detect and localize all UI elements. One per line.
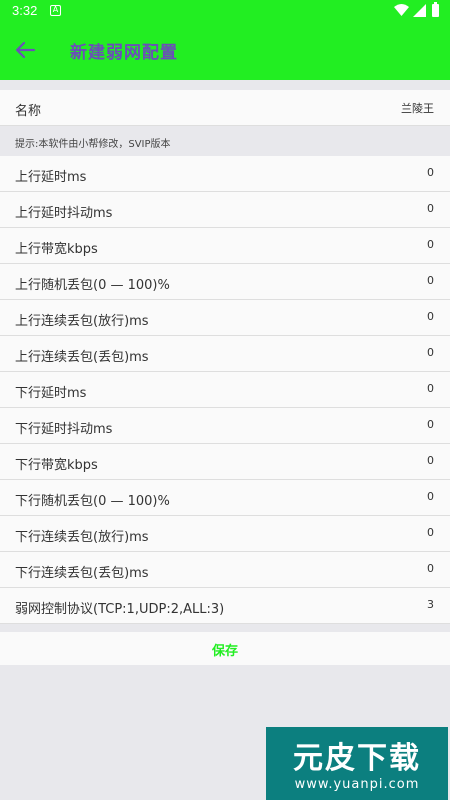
watermark-title: 元皮下载: [293, 741, 421, 776]
hint-text: 提示:本软件由小帮修改，SVIP版本: [15, 139, 171, 150]
battery-icon: [432, 2, 439, 17]
setting-label: 下行随机丢包(0 — 100)%: [15, 494, 170, 509]
setting-label: 上行延时ms: [15, 170, 87, 185]
setting-value[interactable]: 0: [427, 526, 434, 539]
setting-label: 上行连续丢包(放行)ms: [15, 314, 149, 329]
setting-row-uplink-jitter[interactable]: 上行延时抖动ms 0: [0, 192, 450, 228]
spacer: [0, 624, 450, 632]
name-row[interactable]: 名称 兰陵王: [0, 90, 450, 126]
setting-row-uplink-random-loss[interactable]: 上行随机丢包(0 — 100)% 0: [0, 264, 450, 300]
setting-row-downlink-burst-drop[interactable]: 下行连续丢包(丢包)ms 0: [0, 552, 450, 588]
notification-icon: A: [50, 5, 61, 16]
setting-label: 下行连续丢包(丢包)ms: [15, 566, 149, 581]
wifi-icon: [394, 4, 409, 16]
signal-icon: [413, 4, 426, 17]
setting-label: 弱网控制协议(TCP:1,UDP:2,ALL:3): [15, 602, 225, 617]
spacer: [0, 80, 450, 90]
setting-label: 上行连续丢包(丢包)ms: [15, 350, 149, 365]
setting-row-uplink-burst-pass[interactable]: 上行连续丢包(放行)ms 0: [0, 300, 450, 336]
setting-label: 下行延时抖动ms: [15, 422, 113, 437]
setting-value[interactable]: 0: [427, 274, 434, 287]
setting-row-downlink-burst-pass[interactable]: 下行连续丢包(放行)ms 0: [0, 516, 450, 552]
setting-row-uplink-delay[interactable]: 上行延时ms 0: [0, 156, 450, 192]
setting-label: 上行随机丢包(0 — 100)%: [15, 278, 170, 293]
hint-banner: 提示:本软件由小帮修改，SVIP版本: [0, 126, 450, 156]
watermark-url: www.yuanpi.com: [294, 777, 420, 792]
setting-value[interactable]: 0: [427, 454, 434, 467]
setting-row-protocol[interactable]: 弱网控制协议(TCP:1,UDP:2,ALL:3) 3: [0, 588, 450, 624]
setting-label: 下行连续丢包(放行)ms: [15, 530, 149, 545]
setting-value[interactable]: 3: [427, 598, 434, 611]
setting-value[interactable]: 0: [427, 238, 434, 251]
setting-row-downlink-delay[interactable]: 下行延时ms 0: [0, 372, 450, 408]
setting-label: 上行延时抖动ms: [15, 206, 113, 221]
save-button[interactable]: 保存: [0, 632, 450, 665]
setting-value[interactable]: 0: [427, 310, 434, 323]
setting-row-downlink-bandwidth[interactable]: 下行带宽kbps 0: [0, 444, 450, 480]
setting-label: 下行带宽kbps: [15, 458, 98, 473]
back-arrow-icon[interactable]: [14, 39, 36, 61]
status-time: 3:32: [12, 3, 38, 18]
setting-value[interactable]: 0: [427, 382, 434, 395]
setting-value[interactable]: 0: [427, 202, 434, 215]
save-label: 保存: [211, 644, 238, 659]
setting-row-uplink-bandwidth[interactable]: 上行带宽kbps 0: [0, 228, 450, 264]
page-title: 新建弱网配置: [70, 43, 178, 63]
watermark-logo: 元皮下载 www.yuanpi.com: [266, 727, 448, 800]
setting-value[interactable]: 0: [427, 418, 434, 431]
setting-row-downlink-jitter[interactable]: 下行延时抖动ms 0: [0, 408, 450, 444]
name-value[interactable]: 兰陵王: [401, 100, 434, 116]
setting-label: 上行带宽kbps: [15, 242, 98, 257]
setting-label: 下行延时ms: [15, 386, 87, 401]
status-bar: 3:32 A: [0, 0, 450, 22]
setting-row-uplink-burst-drop[interactable]: 上行连续丢包(丢包)ms 0: [0, 336, 450, 372]
setting-value[interactable]: 0: [427, 562, 434, 575]
setting-row-downlink-random-loss[interactable]: 下行随机丢包(0 — 100)% 0: [0, 480, 450, 516]
name-label: 名称: [15, 104, 42, 119]
setting-value[interactable]: 0: [427, 346, 434, 359]
setting-value[interactable]: 0: [427, 490, 434, 503]
setting-value[interactable]: 0: [427, 166, 434, 179]
app-bar: 新建弱网配置: [0, 22, 450, 80]
